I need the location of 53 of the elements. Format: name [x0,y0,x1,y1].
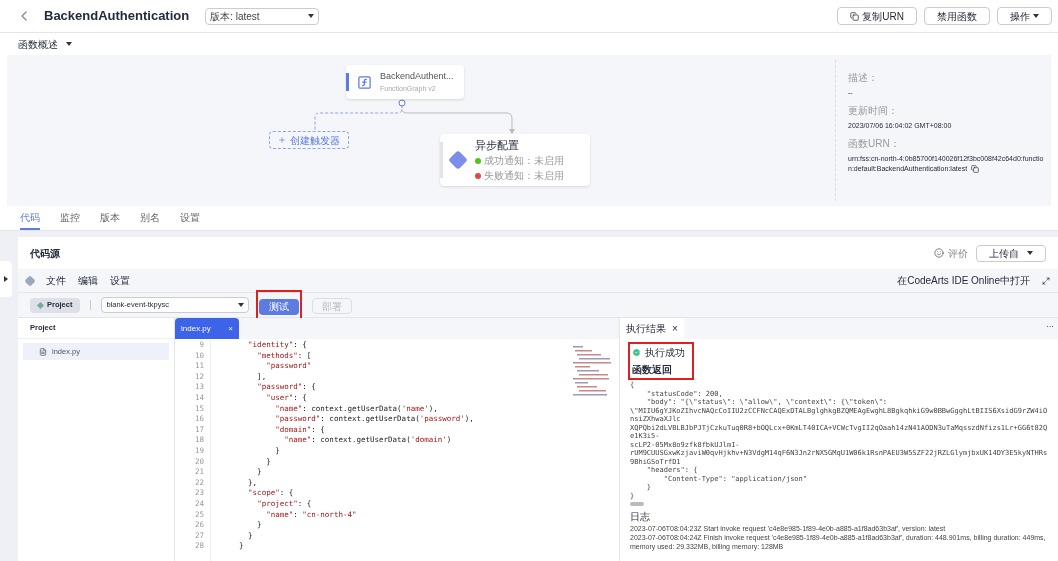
page-title: BackendAuthentication [44,7,190,26]
function-name: BackendAuthent... [380,70,454,83]
sidebar-handle[interactable] [0,261,12,297]
actions-dropdown[interactable]: 操作 [997,7,1052,25]
copy-icon[interactable] [971,165,980,174]
ide-logo-icon [24,274,36,287]
caret-icon [238,303,245,307]
result-tab[interactable]: 执行结果 × [620,318,684,339]
success-status: 执行成功 [632,345,690,360]
expand-arrow-icon [4,276,8,282]
more-icon[interactable]: ··· [1046,321,1054,333]
copy-icon [850,11,860,21]
notification-status: 成功通知：未启用 [484,154,564,169]
smile-icon[interactable] [934,248,944,258]
check-circle-icon [632,348,641,357]
version-select[interactable]: 版本: latest [205,7,320,25]
tab[interactable]: 版本 [100,210,120,230]
caret-icon [308,14,315,18]
plus-icon [278,136,286,144]
open-in-ide-link[interactable]: 在CodeArts IDE Online中打开 [897,273,1030,288]
expand-icon[interactable] [1042,276,1050,285]
async-config-title: 异步配置 [475,137,520,153]
file-icon [39,347,47,356]
overview-toggle[interactable]: 函数概述 [0,33,1058,55]
caret-icon [66,42,72,46]
menu-item[interactable]: 文件 [46,273,66,288]
tab[interactable]: 监控 [60,210,80,230]
async-config-node[interactable]: 异步配置 成功通知：未启用 失败通知：未启用 [440,134,590,186]
tab[interactable]: 设置 [180,210,200,230]
return-title: 函数返回 [632,363,673,377]
header-button[interactable]: 复制URN [837,7,917,25]
scrollbar-icon [630,502,644,506]
header-button[interactable]: 禁用函数 [924,7,990,25]
close-icon[interactable]: × [228,322,233,335]
info-label: 描述： [848,71,879,85]
caret-icon [1027,251,1033,255]
feedback-link[interactable]: 评价 [948,245,968,261]
notification-status: 失败通知：未启用 [484,169,564,184]
editor-tab[interactable]: index.py × [175,318,239,339]
upload-dropdown[interactable]: 上传自 [976,244,1046,262]
info-label: 更新时间： [848,104,899,118]
menu-item[interactable]: 编辑 [78,273,98,288]
action-button[interactable]: 测试 [259,298,300,315]
info-label: 函数URN： [848,137,901,151]
caret-icon [1033,14,1039,18]
cube-icon [36,301,45,309]
tab[interactable]: 别名 [140,210,160,230]
close-icon[interactable]: × [672,321,678,336]
function-icon [357,74,372,90]
create-trigger-button[interactable]: 创建触发器 [269,131,349,149]
menu-item[interactable]: 设置 [110,273,130,288]
section-title: 代码源 [30,246,60,261]
log-title: 日志 [630,510,651,524]
